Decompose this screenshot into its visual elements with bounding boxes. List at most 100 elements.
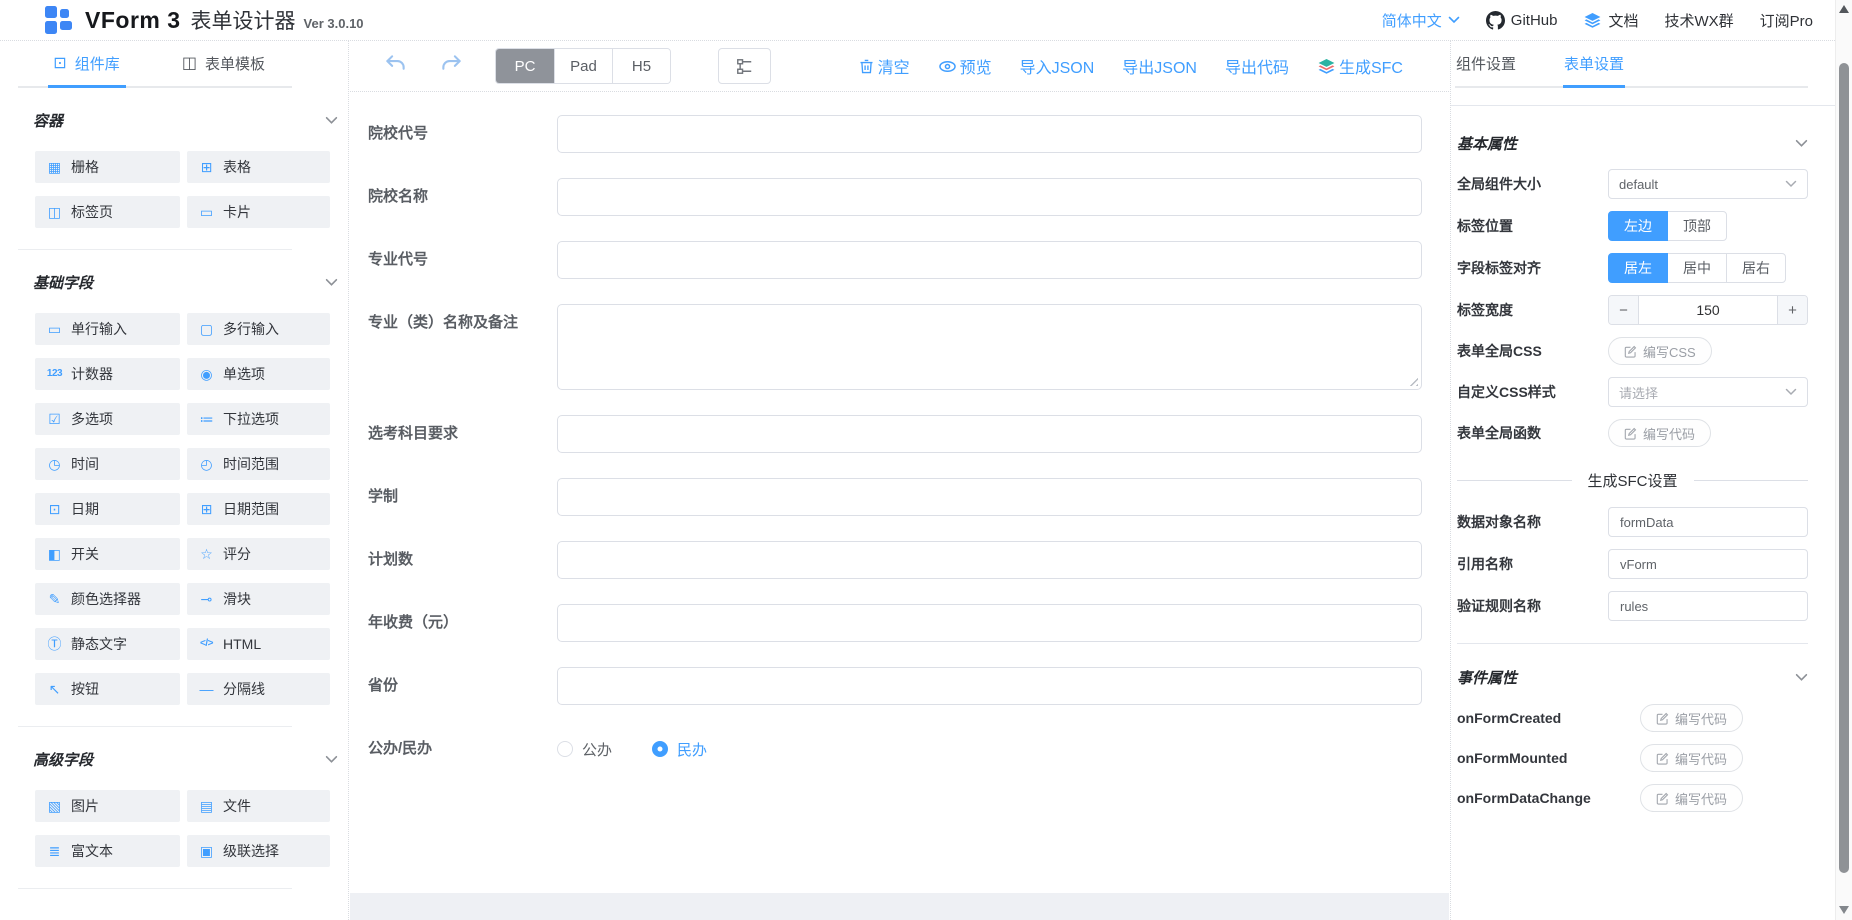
form-field-row[interactable]: 计划数: [368, 541, 1422, 579]
redo-button[interactable]: [440, 52, 463, 80]
widget-item-switch[interactable]: ◧开关: [35, 538, 180, 570]
scrollbar-up-arrow[interactable]: [1839, 5, 1849, 13]
widget-item-select[interactable]: ≔下拉选项: [187, 403, 330, 435]
form-field-row[interactable]: 专业代号: [368, 241, 1422, 279]
scrollbar-thumb[interactable]: [1839, 63, 1849, 873]
textarea-resize-handle[interactable]: [1408, 376, 1418, 386]
tab-widget-library[interactable]: ⊡组件库: [18, 41, 155, 86]
radio-option-public[interactable]: 公办: [557, 739, 612, 760]
widget-item-date[interactable]: ⊡日期: [35, 493, 180, 525]
onFormDataChange-edit-button[interactable]: 编写代码: [1640, 784, 1743, 812]
stepper-decrease-button[interactable]: −: [1609, 296, 1639, 324]
label-align-option-2[interactable]: 居右: [1726, 253, 1786, 283]
field-college-name-input[interactable]: [557, 178, 1422, 216]
field-subject-requirement-input[interactable]: [557, 415, 1422, 453]
widget-item-color-picker[interactable]: ✎颜色选择器: [35, 583, 180, 615]
widget-item-date-range[interactable]: ⊞日期范围: [187, 493, 330, 525]
event-props-section-header[interactable]: 事件属性: [1457, 666, 1808, 688]
field-major-code-input[interactable]: [557, 241, 1422, 279]
widget-item-time-range[interactable]: ◴时间范围: [187, 448, 330, 480]
field-major-name-remark-textarea[interactable]: [557, 304, 1422, 390]
chevron-down-icon[interactable]: [325, 278, 338, 287]
widget-item-slider[interactable]: ⊸滑块: [187, 583, 330, 615]
language-selector[interactable]: 简体中文: [1382, 10, 1460, 31]
widget-item-grid[interactable]: ▦栅格: [35, 151, 180, 183]
label-position-option-0[interactable]: 左边: [1608, 211, 1668, 241]
chevron-down-icon[interactable]: [325, 116, 338, 125]
form-global-functions-edit-button[interactable]: 编写代码: [1608, 419, 1711, 447]
form-canvas[interactable]: 院校代号院校名称专业代号专业（类）名称及备注选考科目要求学制计划数年收费（元）省…: [363, 98, 1441, 893]
section-header[interactable]: 容器: [33, 109, 338, 131]
device-pad-button[interactable]: Pad: [554, 49, 612, 83]
widget-item-text-input[interactable]: ▭单行输入: [35, 313, 180, 345]
label-align-option-1[interactable]: 居中: [1667, 253, 1727, 283]
undo-button[interactable]: [384, 52, 407, 80]
form-field-row[interactable]: 公办/民办公办民办: [368, 730, 1422, 768]
clear-button[interactable]: 清空: [858, 54, 910, 78]
basic-props-section-header[interactable]: 基本属性: [1457, 132, 1808, 154]
onFormCreated-edit-button[interactable]: 编写代码: [1640, 704, 1743, 732]
widget-item-cascader[interactable]: ▣级联选择: [187, 835, 330, 867]
widget-item-number[interactable]: 123计数器: [35, 358, 180, 390]
chevron-down-icon[interactable]: [1795, 673, 1808, 682]
widget-item-card[interactable]: ▭卡片: [187, 196, 330, 228]
wx-group-link[interactable]: 技术WX群: [1664, 10, 1733, 31]
stepper-increase-button[interactable]: +: [1777, 296, 1807, 324]
widget-item-radio[interactable]: ◉单选项: [187, 358, 330, 390]
custom-css-class-select[interactable]: 请选择: [1608, 377, 1808, 407]
label-align-option-0[interactable]: 居左: [1608, 253, 1668, 283]
ref-name-input[interactable]: vForm: [1608, 549, 1808, 579]
widget-item-static-text[interactable]: Ⓣ静态文字: [35, 628, 180, 660]
widget-item-table[interactable]: ⊞表格: [187, 151, 330, 183]
section-header[interactable]: 基础字段: [33, 271, 338, 293]
chevron-down-icon[interactable]: [1795, 139, 1808, 148]
device-h5-button[interactable]: H5: [612, 49, 670, 83]
generate-sfc-button[interactable]: 生成SFC: [1317, 54, 1403, 78]
tab-form-settings[interactable]: 表单设置: [1563, 41, 1625, 86]
preview-button[interactable]: 预览: [938, 54, 992, 78]
tab-widget-settings[interactable]: 组件设置: [1455, 41, 1517, 86]
global-widget-size-select[interactable]: default: [1608, 169, 1808, 199]
widget-item-checkbox[interactable]: ☑多选项: [35, 403, 180, 435]
form-global-css-edit-button[interactable]: 编写CSS: [1608, 337, 1712, 365]
vertical-scrollbar[interactable]: [1835, 0, 1852, 920]
field-plan-count-input[interactable]: [557, 541, 1422, 579]
stepper-value[interactable]: 150: [1639, 296, 1777, 324]
widget-item-divider[interactable]: —分隔线: [187, 673, 330, 705]
form-field-row[interactable]: 院校代号: [368, 115, 1422, 153]
widget-item-tab-page[interactable]: ◫标签页: [35, 196, 180, 228]
form-field-row[interactable]: 学制: [368, 478, 1422, 516]
widget-item-rich-editor[interactable]: ≣富文本: [35, 835, 180, 867]
widget-item-file[interactable]: ▤文件: [187, 790, 330, 822]
docs-link[interactable]: 文档: [1583, 10, 1638, 31]
device-pc-button[interactable]: PC: [496, 49, 554, 83]
field-college-code-input[interactable]: [557, 115, 1422, 153]
onFormMounted-edit-button[interactable]: 编写代码: [1640, 744, 1743, 772]
data-object-name-input[interactable]: formData: [1608, 507, 1808, 537]
widget-item-html[interactable]: </>HTML: [187, 628, 330, 660]
export-json-button[interactable]: 导出JSON: [1122, 54, 1197, 78]
export-code-button[interactable]: 导出代码: [1225, 54, 1289, 78]
subscribe-pro-link[interactable]: 订阅Pro: [1760, 10, 1813, 31]
widget-item-time[interactable]: ◷时间: [35, 448, 180, 480]
field-school-system-input[interactable]: [557, 478, 1422, 516]
node-tree-button[interactable]: [718, 48, 771, 84]
form-field-row[interactable]: 院校名称: [368, 178, 1422, 216]
github-link[interactable]: GitHub: [1486, 11, 1558, 30]
widget-item-textarea[interactable]: ▢多行输入: [187, 313, 330, 345]
label-position-option-1[interactable]: 顶部: [1667, 211, 1727, 241]
chevron-down-icon[interactable]: [325, 755, 338, 764]
widget-item-button[interactable]: ↖按钮: [35, 673, 180, 705]
tab-form-template[interactable]: ◫表单模板: [155, 41, 292, 86]
import-json-button[interactable]: 导入JSON: [1020, 54, 1095, 78]
radio-option-private[interactable]: 民办: [652, 739, 707, 760]
section-header[interactable]: 高级字段: [33, 748, 338, 770]
widget-item-rate[interactable]: ☆评分: [187, 538, 330, 570]
field-province-input[interactable]: [557, 667, 1422, 705]
rules-name-input[interactable]: rules: [1608, 591, 1808, 621]
form-field-row[interactable]: 选考科目要求: [368, 415, 1422, 453]
field-annual-fee-input[interactable]: [557, 604, 1422, 642]
form-field-row[interactable]: 专业（类）名称及备注: [368, 304, 1422, 390]
scrollbar-down-arrow[interactable]: [1839, 906, 1849, 914]
form-field-row[interactable]: 省份: [368, 667, 1422, 705]
